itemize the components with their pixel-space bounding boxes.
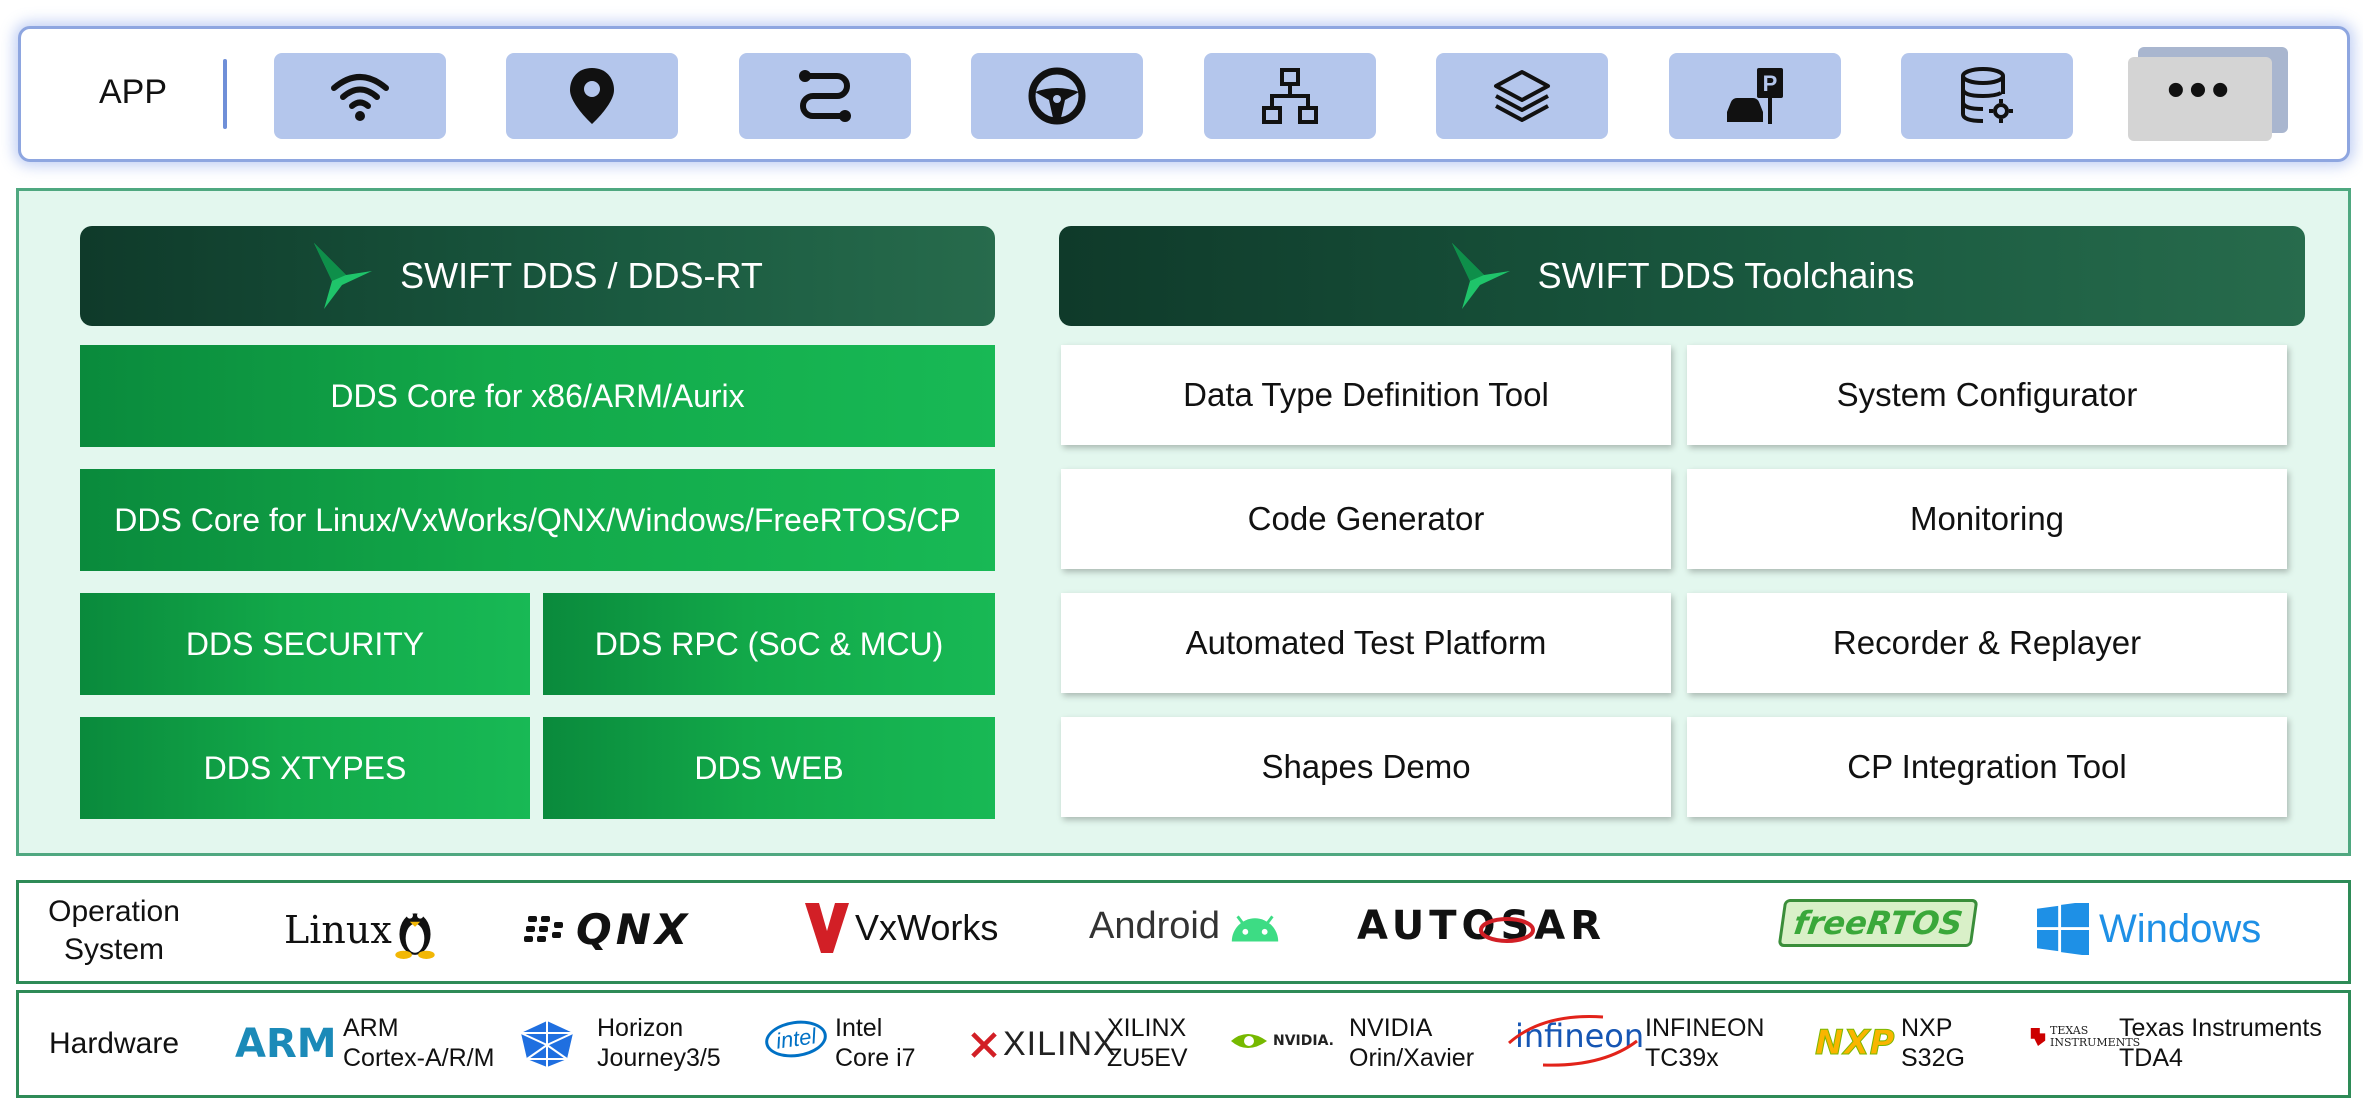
ti-logo: TEXAS INSTRUMENTS [2029, 1025, 2140, 1049]
parking-icon[interactable]: P [1669, 53, 1841, 139]
toolchains-title: SWIFT DDS Toolchains [1537, 255, 1915, 296]
hardware-row: Hardware ARM ARM Cortex-A/R/M Horizon Jo… [16, 990, 2351, 1098]
hierarchy-icon[interactable] [1204, 53, 1376, 139]
dds-security-box: DDS SECURITY [80, 593, 530, 695]
xilinx-logo: XILINX [971, 1025, 1117, 1064]
hw-nvidia-line2: Orin/Xavier [1349, 1044, 1475, 1072]
android-robot-icon [1231, 914, 1279, 941]
dds-rpc-box: DDS RPC (SoC & MCU) [543, 593, 995, 695]
os-row-label: Operation System [39, 893, 189, 969]
tool-data-type-definition: Data Type Definition Tool [1061, 345, 1671, 445]
ti-state-icon [2030, 1028, 2046, 1046]
tool-system-configurator: System Configurator [1687, 345, 2287, 445]
hw-arm-line2: Cortex-A/R/M [343, 1044, 495, 1072]
vxworks-logo: VxWorks [805, 901, 998, 955]
hw-nxp-line1: NXP [1901, 1014, 1953, 1042]
dds-web-box: DDS WEB [543, 717, 995, 819]
hw-infineon-text: INFINEON TC39x [1645, 1013, 1764, 1073]
hardware-row-label: Hardware [48, 1027, 180, 1060]
tool-cp-integration: CP Integration Tool [1687, 717, 2287, 817]
tool-recorder-replayer: Recorder & Replayer [1687, 593, 2287, 693]
freertos-logo: freeRTOS [1777, 899, 1979, 947]
qnx-logo: QNX [524, 905, 691, 954]
app-bar: APP P ••• [18, 26, 2350, 162]
tool-code-generator: Code Generator [1061, 469, 1671, 569]
horizon-robotics-icon [520, 1021, 574, 1067]
hw-nxp-line2: S32G [1901, 1044, 1965, 1072]
hw-horizon-text: Horizon Journey3/5 [597, 1013, 721, 1073]
hw-nxp-text: NXP S32G [1901, 1013, 1965, 1073]
hw-ti-line2: TDA4 [2119, 1044, 2183, 1072]
app-label: APP [99, 73, 168, 111]
tool-shapes-demo: Shapes Demo [1061, 717, 1671, 817]
swift-bird-logo-icon [1451, 243, 1510, 309]
steering-wheel-icon[interactable] [971, 53, 1143, 139]
windows-logo: Windows [2037, 903, 2261, 955]
nvidia-eye-icon [1231, 1034, 1267, 1048]
hw-horizon-line2: Journey3/5 [597, 1044, 721, 1072]
os-label-line2: System [63, 933, 165, 966]
tool-monitoring: Monitoring [1687, 469, 2287, 569]
hw-intel-text: Intel Core i7 [835, 1013, 916, 1073]
horizon-logo [517, 1019, 577, 1069]
dds-runtime-title: SWIFT DDS / DDS-RT [400, 255, 763, 296]
hw-infineon-line1: INFINEON [1645, 1014, 1765, 1042]
os-label-line1: Operation [48, 895, 180, 928]
hw-infineon-line2: TC39x [1645, 1044, 1719, 1072]
hw-nvidia-line1: NVIDIA [1349, 1014, 1433, 1042]
location-pin-icon[interactable] [506, 53, 678, 139]
nvidia-logo: NVIDIA. [1229, 1029, 1334, 1053]
hw-ti-line1: Texas Instruments [2119, 1014, 2322, 1042]
hw-nvidia-text: NVIDIA Orin/Xavier [1349, 1013, 1474, 1073]
intel-logo: intel [762, 1016, 830, 1062]
blackberry-icon [524, 915, 563, 942]
database-settings-icon[interactable] [1901, 53, 2073, 139]
svg-text:P: P [1763, 71, 1778, 96]
tux-penguin-icon [395, 912, 435, 959]
linux-logo: Linux [284, 901, 436, 959]
infineon-swoosh-icon [1508, 1015, 1638, 1067]
layers-icon[interactable] [1436, 53, 1608, 139]
hw-arm-line1: ARM [343, 1014, 399, 1042]
hw-horizon-line1: Horizon [597, 1014, 684, 1042]
hw-xilinx-line2: ZU5EV [1107, 1044, 1188, 1072]
hw-xilinx-line1: XILINX [1107, 1014, 1187, 1042]
dds-core-os-box: DDS Core for Linux/VxWorks/QNX/Windows/F… [80, 469, 995, 571]
arm-logo: ARM [235, 1021, 337, 1067]
wind-river-v-icon [805, 903, 849, 953]
nxp-logo: NXP [1815, 1023, 1896, 1064]
hw-arm-text: ARM Cortex-A/R/M [343, 1013, 494, 1073]
autosar-swoosh-icon [1479, 917, 1535, 943]
dds-runtime-header: SWIFT DDS / DDS-RT [80, 226, 995, 326]
infineon-logo: infineon [1508, 1013, 1650, 1067]
dds-core-arch-box: DDS Core for x86/ARM/Aurix [80, 345, 995, 447]
os-row: Operation System Linux QNX VxWorks Andro… [16, 880, 2351, 984]
app-divider [223, 59, 227, 129]
hw-intel-line2: Core i7 [835, 1044, 916, 1072]
toolchains-header: SWIFT DDS Toolchains [1059, 226, 2305, 326]
more-apps-button[interactable]: ••• [2128, 47, 2288, 141]
hw-intel-line1: Intel [835, 1014, 883, 1042]
hw-ti-text: Texas Instruments TDA4 [2119, 1013, 2322, 1073]
swift-bird-logo-icon [314, 243, 373, 309]
route-icon[interactable] [739, 53, 911, 139]
autosar-logo: AUTOSAR [1357, 903, 1607, 949]
tool-automated-test-platform: Automated Test Platform [1061, 593, 1671, 693]
xilinx-x-icon [971, 1031, 997, 1058]
windows-icon [2037, 903, 2089, 955]
wifi-icon[interactable] [274, 53, 446, 139]
dds-xtypes-box: DDS XTYPES [80, 717, 530, 819]
dds-panel: SWIFT DDS / DDS-RT DDS Core for x86/ARM/… [16, 188, 2351, 856]
android-logo: Android [1089, 905, 1284, 948]
more-label: ••• [2128, 57, 2272, 141]
hw-xilinx-text: XILINX ZU5EV [1107, 1013, 1188, 1073]
